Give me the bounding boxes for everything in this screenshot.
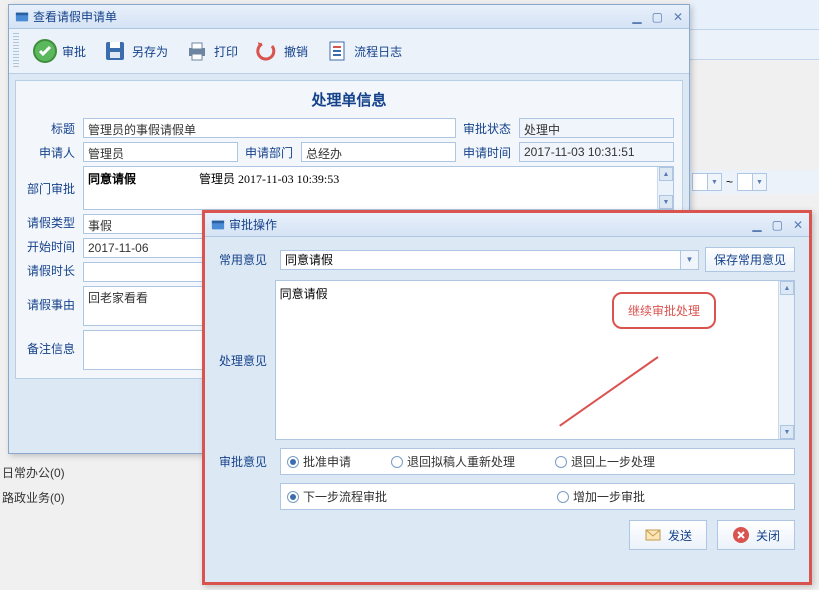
side-item[interactable]: 路政业务(0) xyxy=(0,485,67,510)
close-icon xyxy=(732,526,750,544)
app-icon xyxy=(15,10,29,24)
common-opinion-combo[interactable]: ▼ xyxy=(280,250,699,270)
approval-window: 审批操作 ▁ ▢ ✕ 常用意见 ▼ 保存常用意见 处理意见 同意请假 ▲ ▼ xyxy=(202,210,812,585)
radio-group-2: 下一步流程审批 增加一步审批 xyxy=(280,483,795,510)
filter-combo-1[interactable]: ▼ xyxy=(692,173,722,191)
minimize-icon[interactable]: ▁ xyxy=(752,218,761,232)
print-icon xyxy=(184,38,210,64)
label-status: 审批状态 xyxy=(460,120,515,137)
window1-title: 查看请假申请单 xyxy=(33,8,117,25)
label-dept: 申请部门 xyxy=(242,144,297,161)
label-title: 标题 xyxy=(24,120,79,137)
radio-return-draft[interactable] xyxy=(391,456,403,468)
common-opinion-input[interactable] xyxy=(280,250,681,270)
label-applicant: 申请人 xyxy=(24,144,79,161)
close-icon[interactable]: ✕ xyxy=(793,218,803,232)
maximize-icon[interactable]: ▢ xyxy=(652,10,663,24)
field-apply-time: 2017-11-03 10:31:51 xyxy=(519,142,674,162)
field-dept[interactable]: 总经办 xyxy=(301,142,456,162)
approve-icon xyxy=(32,38,58,64)
section-title: 处理单信息 xyxy=(24,89,674,110)
label-leave-reason: 请假事由 xyxy=(24,286,79,313)
label-remark: 备注信息 xyxy=(24,330,79,357)
app-icon xyxy=(211,218,225,232)
label-start-time: 开始时间 xyxy=(24,238,79,258)
field-title[interactable]: 管理员的事假请假单 xyxy=(83,118,456,138)
save-common-button[interactable]: 保存常用意见 xyxy=(705,247,795,272)
undo-button[interactable]: 撤销 xyxy=(247,33,315,69)
close-button[interactable]: 关闭 xyxy=(717,520,795,550)
print-button[interactable]: 打印 xyxy=(177,33,245,69)
process-opinion-textarea[interactable]: 同意请假 ▲ ▼ xyxy=(275,280,795,440)
field-leave-type[interactable]: 事假 xyxy=(83,214,203,234)
callout-bubble: 继续审批处理 xyxy=(612,292,716,329)
scroll-up-icon[interactable]: ▲ xyxy=(659,167,673,181)
chevron-down-icon[interactable]: ▼ xyxy=(681,250,699,270)
radio-group-1: 批准申请 退回拟稿人重新处理 退回上一步处理 xyxy=(280,448,795,475)
background-toolbar xyxy=(690,30,819,60)
textarea-scrollbar[interactable]: ▲ ▼ xyxy=(778,281,794,439)
field-start-time[interactable]: 2017-11-06 xyxy=(83,238,203,258)
label-common-opinion: 常用意见 xyxy=(219,251,274,268)
label-apply-time: 申请时间 xyxy=(460,144,515,161)
toolbar-grip xyxy=(13,33,19,69)
label-leave-dur: 请假时长 xyxy=(24,262,79,282)
maximize-icon[interactable]: ▢ xyxy=(772,218,783,232)
scroll-up-icon[interactable]: ▲ xyxy=(780,281,794,295)
field-applicant[interactable]: 管理员 xyxy=(83,142,238,162)
field-leave-dur[interactable] xyxy=(83,262,203,282)
window2-title: 审批操作 xyxy=(229,216,277,233)
send-icon xyxy=(644,526,662,544)
side-nav-list: 日常办公(0) 路政业务(0) xyxy=(0,460,67,510)
save-icon xyxy=(102,38,128,64)
log-icon xyxy=(324,38,350,64)
radio-add-step[interactable] xyxy=(557,491,569,503)
close-icon[interactable]: ✕ xyxy=(673,10,683,24)
log-button[interactable]: 流程日志 xyxy=(317,33,409,69)
label-process-opinion: 处理意见 xyxy=(219,352,269,369)
label-approve-opinion: 审批意见 xyxy=(219,453,274,470)
background-filter-row: ▼ ~ ▼ xyxy=(690,170,819,194)
field-remark[interactable] xyxy=(83,330,203,370)
approve-button[interactable]: 审批 xyxy=(25,33,93,69)
window1-toolbar: 审批 另存为 打印 撤销 流程日志 xyxy=(9,29,689,74)
field-leave-reason[interactable]: 回老家看看 xyxy=(83,286,203,326)
field-status: 处理中 xyxy=(519,118,674,138)
memo-scrollbar[interactable]: ▲ ▼ xyxy=(657,167,673,209)
minimize-icon[interactable]: ▁ xyxy=(632,10,641,24)
radio-approve[interactable] xyxy=(287,456,299,468)
radio-next-step[interactable] xyxy=(287,491,299,503)
window1-titlebar: 查看请假申请单 ▁ ▢ ✕ xyxy=(9,5,689,29)
undo-icon xyxy=(254,38,280,64)
background-top-bar xyxy=(690,0,819,30)
scroll-down-icon[interactable]: ▼ xyxy=(780,425,794,439)
label-dept-approve: 部门审批 xyxy=(24,180,79,197)
side-item[interactable]: 日常办公(0) xyxy=(0,460,67,485)
filter-combo-2[interactable]: ▼ xyxy=(737,173,767,191)
callout-text: 继续审批处理 xyxy=(628,304,700,318)
radio-return-prev[interactable] xyxy=(555,456,567,468)
field-dept-approve[interactable]: 同意请假 管理员 2017-11-03 10:39:53 ▲ ▼ xyxy=(83,166,674,210)
label-leave-type: 请假类型 xyxy=(24,214,79,234)
window2-titlebar: 审批操作 ▁ ▢ ✕ xyxy=(205,213,809,237)
scroll-down-icon[interactable]: ▼ xyxy=(659,195,673,209)
tilde-separator: ~ xyxy=(726,175,733,189)
saveas-button[interactable]: 另存为 xyxy=(95,33,175,69)
send-button[interactable]: 发送 xyxy=(629,520,707,550)
